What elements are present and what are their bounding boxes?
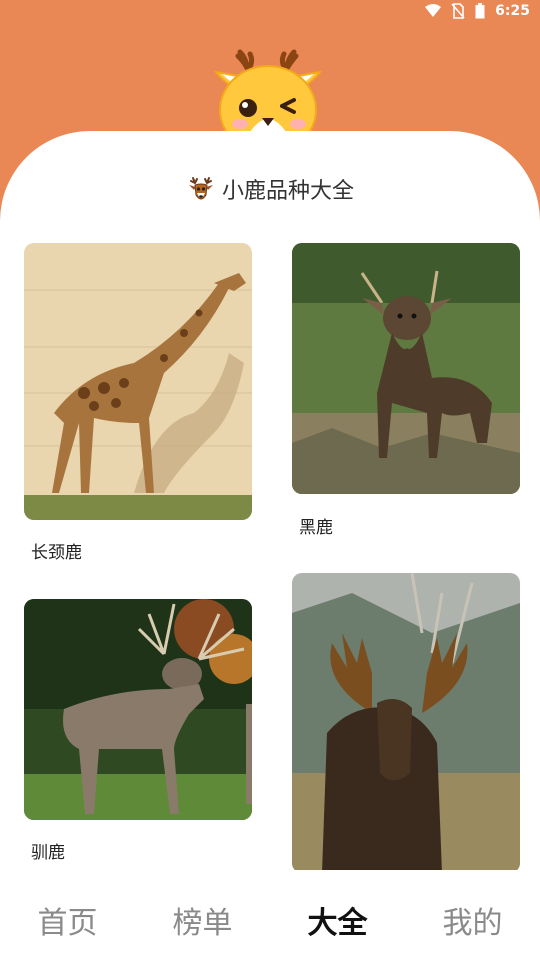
nav-item-mine[interactable]: 我的 xyxy=(405,898,540,942)
status-bar: 6:25 xyxy=(0,0,540,26)
nav-item-encyclopedia[interactable]: 大全 xyxy=(270,898,405,942)
deer-name-label: 长颈鹿 xyxy=(31,543,82,563)
page-title: 小鹿品种大全 xyxy=(221,179,354,204)
no-sim-icon xyxy=(451,3,465,19)
nav-item-ranking[interactable]: 榜单 xyxy=(135,898,270,942)
deer-name-label: 驯鹿 xyxy=(31,843,65,863)
content-sheet: 小鹿品种大全 长颈鹿 黑鹿 驯鹿 xyxy=(0,131,540,960)
deer-mascot-icon xyxy=(213,49,323,138)
battery-icon xyxy=(475,3,485,19)
wifi-icon xyxy=(425,4,442,17)
deer-card-giraffe[interactable]: 长颈鹿 xyxy=(24,243,252,573)
deer-card-reindeer[interactable]: 驯鹿 xyxy=(24,599,252,869)
deer-card-moose[interactable] xyxy=(292,573,520,873)
deer-card-black-deer[interactable]: 黑鹿 xyxy=(292,243,520,543)
giraffe-photo xyxy=(24,243,252,520)
black-deer-photo xyxy=(292,243,520,494)
moose-photo xyxy=(292,573,520,873)
deer-head-icon xyxy=(188,177,213,200)
nav-item-home[interactable]: 首页 xyxy=(0,898,135,942)
deer-name-label: 黑鹿 xyxy=(299,518,333,538)
reindeer-photo xyxy=(24,599,252,820)
status-icons: 6:25 xyxy=(425,3,530,19)
bottom-navigation: 首页 榜单 大全 我的 xyxy=(0,870,540,960)
page-title-row: 小鹿品种大全 xyxy=(0,173,540,205)
status-time: 6:25 xyxy=(495,3,530,19)
